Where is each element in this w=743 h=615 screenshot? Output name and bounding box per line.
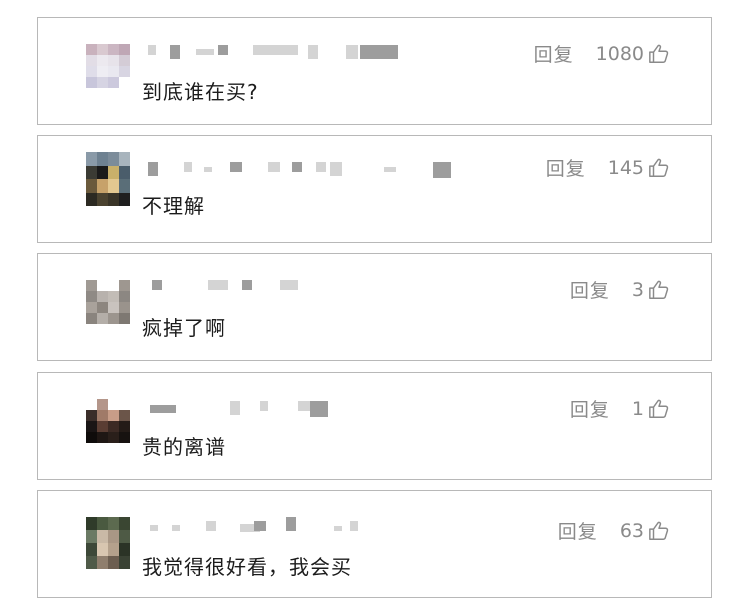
thumbs-up-icon[interactable] [648,157,670,179]
username-redacted[interactable] [150,401,370,417]
avatar[interactable] [86,280,130,324]
comment-text: 我觉得很好看，我会买 [142,555,352,579]
comment-card: 到底谁在买? 回复 1080 [37,17,712,125]
thumbs-up-icon[interactable] [648,520,670,542]
comment-text: 不理解 [142,194,205,218]
thumbs-up-icon[interactable] [648,279,670,301]
comment-card: 我觉得很好看，我会买 回复 63 [37,490,712,598]
like-count: 63 [619,519,644,542]
comment-card: 贵的离谱 回复 1 [37,372,712,480]
reply-button[interactable]: 回复 [570,395,610,422]
avatar[interactable] [86,152,130,206]
comment-text: 到底谁在买? [142,80,259,104]
reply-button[interactable]: 回复 [546,154,586,181]
comment-text: 疯掉了啊 [142,316,226,340]
comment-actions: 回复 63 [558,517,670,544]
like-count: 1080 [595,42,644,65]
username-redacted[interactable] [152,280,302,290]
avatar[interactable] [86,517,130,569]
username-redacted[interactable] [148,45,398,59]
comment-actions: 回复 3 [570,276,670,303]
reply-button[interactable]: 回复 [570,276,610,303]
comment-actions: 回复 145 [546,154,670,181]
like-count: 1 [631,397,644,420]
like-count: 3 [631,278,644,301]
username-redacted[interactable] [148,162,453,178]
comment-card: 疯掉了啊 回复 3 [37,253,712,361]
comment-card: 不理解 回复 145 [37,135,712,243]
comment-text: 贵的离谱 [142,435,226,459]
thumbs-up-icon[interactable] [648,43,670,65]
avatar[interactable] [86,44,130,88]
thumbs-up-icon[interactable] [648,398,670,420]
avatar[interactable] [86,399,130,443]
reply-button[interactable]: 回复 [558,517,598,544]
like-count: 145 [607,156,644,179]
comment-actions: 回复 1 [570,395,670,422]
comment-actions: 回复 1080 [534,40,670,67]
username-redacted[interactable] [150,517,380,532]
reply-button[interactable]: 回复 [534,40,574,67]
